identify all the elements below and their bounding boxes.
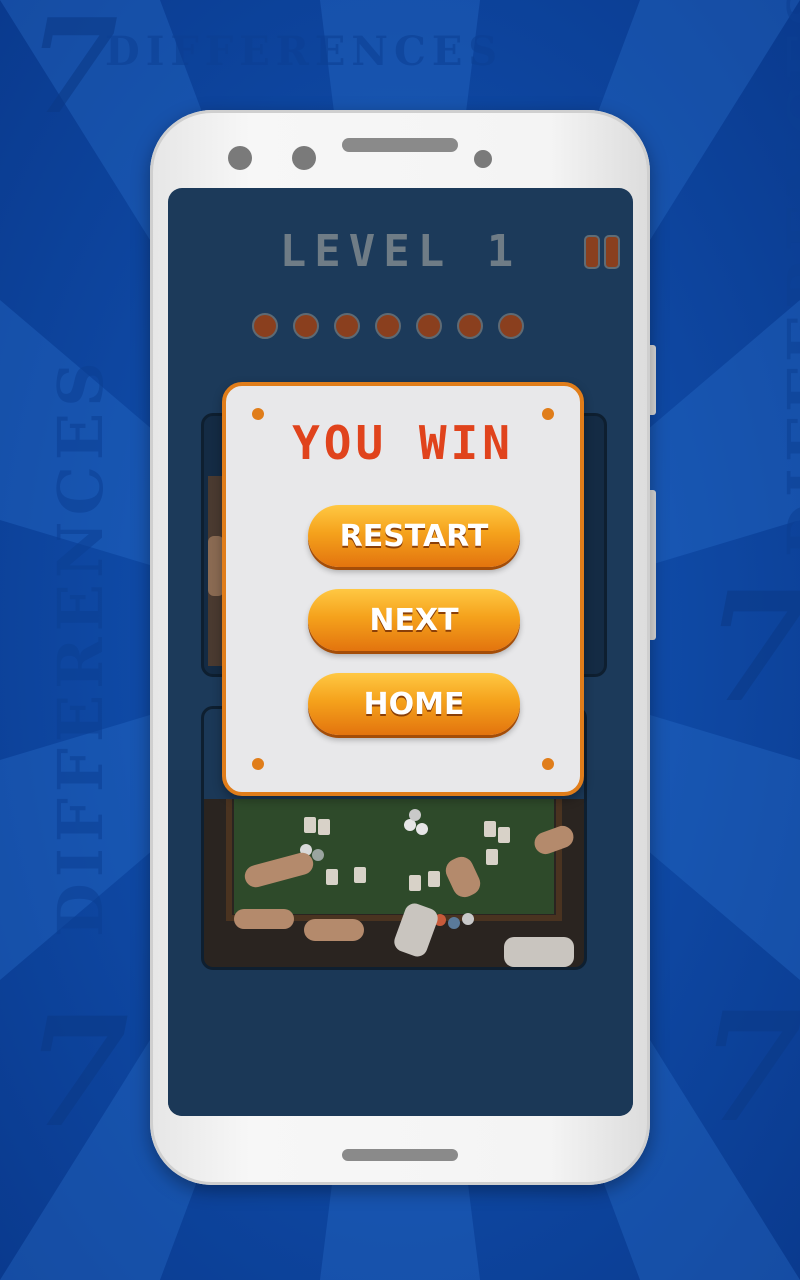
pause-icon [584,235,600,269]
win-title: YOU WIN [292,416,514,470]
phone-camera [474,150,492,168]
watermark-seven: 7 [705,560,800,736]
phone-sensor [292,146,316,170]
watermark-word: DIFFERENCES [105,28,504,75]
phone-sensor [228,146,252,170]
difference-dot [252,313,278,339]
pause-button[interactable] [584,235,624,271]
home-button[interactable]: HOME [308,673,520,735]
difference-dot [457,313,483,339]
dialog-rivet [542,758,554,770]
watermark-seven: 7 [700,980,800,1156]
phone-side-button [650,490,656,640]
dialog-rivet [252,758,264,770]
phone-home-bar [342,1149,458,1161]
difference-dot [375,313,401,339]
difference-dot [293,313,319,339]
differences-counter [252,313,524,339]
pause-icon [604,235,620,269]
phone-speaker [342,138,458,152]
watermark-word: DIFFERENCES [773,0,800,557]
watermark-seven: 7 [25,985,130,1161]
level-title: LEVEL 1 [279,226,522,277]
next-button[interactable]: NEXT [308,589,520,651]
restart-button[interactable]: RESTART [308,505,520,567]
watermark-word: DIFFERENCES [43,356,117,937]
difference-dot [416,313,442,339]
phone-side-button [650,345,656,415]
difference-dot [498,313,524,339]
difference-dot [334,313,360,339]
win-dialog: YOU WIN RESTART NEXT HOME [222,382,584,796]
